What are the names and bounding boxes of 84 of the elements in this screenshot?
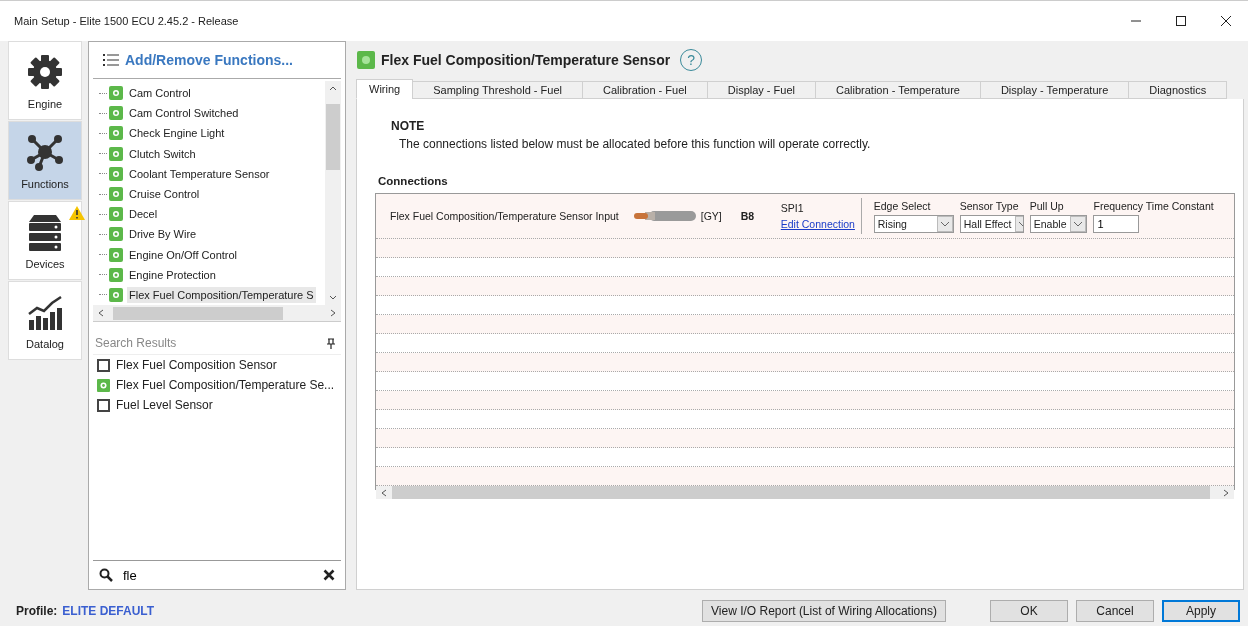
function-enabled-icon <box>109 267 123 282</box>
setting-label: Edge Select <box>873 199 932 212</box>
chevron-down-icon <box>1070 215 1087 232</box>
function-item[interactable]: Cam Control <box>127 85 193 102</box>
add-remove-functions-link[interactable]: Add/Remove Functions... <box>125 52 293 68</box>
dropdown[interactable]: Hall Effect <box>959 214 1024 233</box>
tab[interactable]: Display - Temperature <box>979 81 1130 99</box>
function-item[interactable]: Engine On/Off Control <box>127 246 240 263</box>
chevron-down-icon <box>1015 215 1023 232</box>
horizontal-scrollbar[interactable] <box>93 305 341 321</box>
function-item[interactable]: Cam Control Switched <box>127 105 241 122</box>
function-item[interactable]: Cruise Control <box>127 186 202 203</box>
scroll-up-icon[interactable] <box>329 84 337 92</box>
search-icon <box>99 568 113 582</box>
note-title: NOTE <box>390 119 426 133</box>
pin-label: B8 <box>740 210 756 222</box>
scroll-right-icon[interactable] <box>329 309 337 317</box>
function-item[interactable]: Decel <box>127 206 160 223</box>
scroll-left-icon[interactable] <box>97 309 105 317</box>
nav-item[interactable]: Datalog <box>8 281 82 360</box>
dropdown[interactable]: Rising <box>873 214 954 233</box>
scroll-down-icon[interactable] <box>329 294 337 302</box>
tab[interactable]: Wiring <box>356 79 414 99</box>
search-input[interactable]: fle <box>121 566 315 584</box>
tab[interactable]: Calibration - Fuel <box>582 81 708 99</box>
nav-item[interactable]: Devices <box>8 201 82 280</box>
channel-label: SPI1 <box>780 202 805 214</box>
wire-icon <box>632 210 697 222</box>
text-field[interactable]: 1 <box>1093 214 1140 233</box>
profile-value: ELITE DEFAULT <box>62 604 155 618</box>
function-enabled-icon <box>109 86 123 101</box>
close-icon[interactable] <box>1220 15 1232 27</box>
note-text: The connections listed below must be allocated before this function will operate correctly. <box>398 137 872 151</box>
pin-icon[interactable] <box>327 337 335 349</box>
function-enabled-icon <box>109 227 123 242</box>
function-enabled-icon <box>109 207 123 222</box>
function-enabled-icon <box>109 247 123 262</box>
vertical-scrollbar[interactable] <box>325 81 341 305</box>
function-enabled-icon <box>109 187 123 202</box>
tab[interactable]: Display - Fuel <box>706 81 816 99</box>
search-result-item[interactable]: Fuel Level Sensor <box>116 398 213 412</box>
function-item[interactable]: Engine Protection <box>127 266 218 283</box>
function-item[interactable]: Check Engine Light <box>127 125 227 142</box>
chevron-down-icon <box>936 215 953 232</box>
function-item[interactable]: Flex Fuel Composition/Temperature S <box>127 286 316 303</box>
search-field[interactable]: fle <box>93 560 341 589</box>
list-icon <box>103 54 119 66</box>
function-enabled-icon <box>109 106 123 121</box>
dialog-button[interactable]: Apply <box>1162 600 1240 622</box>
function-enabled-icon <box>357 51 375 69</box>
search-result-item[interactable]: Flex Fuel Composition Sensor <box>116 358 277 372</box>
scroll-left-icon[interactable] <box>380 488 388 497</box>
dropdown[interactable]: Enable <box>1029 214 1088 233</box>
maximize-icon[interactable] <box>1175 15 1187 27</box>
connection-name: Flex Fuel Composition/Temperature Sensor Input <box>390 210 619 222</box>
function-item[interactable]: Coolant Temperature Sensor <box>127 165 272 182</box>
edit-connection-link[interactable]: Edit Connection <box>780 218 861 230</box>
function-enabled-icon <box>109 126 123 141</box>
clear-icon[interactable] <box>323 569 335 581</box>
scroll-right-icon[interactable] <box>1222 488 1230 497</box>
search-result-item[interactable]: Flex Fuel Composition/Temperature Se... <box>116 378 335 392</box>
dialog-button[interactable]: Cancel <box>1076 600 1154 622</box>
function-enabled-icon <box>109 146 123 161</box>
tab[interactable]: Diagnostics <box>1128 81 1228 99</box>
wire-color-label: [GY] <box>700 210 723 222</box>
function-item[interactable]: Clutch Switch <box>127 145 198 162</box>
function-item[interactable]: Drive By Wire <box>127 226 199 243</box>
setting-label: Pull Up <box>1029 199 1065 212</box>
dialog-button[interactable]: OK <box>990 600 1068 622</box>
tab[interactable]: Calibration - Temperature <box>815 81 981 99</box>
setting-label: Frequency Time Constant <box>1093 199 1214 212</box>
function-title: Flex Fuel Composition/Temperature Sensor <box>381 52 671 68</box>
profile-label: Profile: <box>16 604 58 618</box>
tab[interactable]: Sampling Threshold - Fuel <box>412 81 583 99</box>
nav-item[interactable]: Engine <box>8 41 82 120</box>
nav-item[interactable]: Functions <box>8 121 82 200</box>
search-results-header: Search Results <box>95 336 177 350</box>
function-enabled-icon <box>109 287 123 302</box>
function-enabled-icon <box>109 166 123 181</box>
window-title: Main Setup - Elite 1500 ECU 2.45.2 - Release <box>14 15 239 27</box>
setting-label: Sensor Type <box>959 199 1020 212</box>
dialog-button[interactable]: View I/O Report (List of Wiring Allocations) <box>702 600 946 622</box>
connections-label: Connections <box>377 175 449 187</box>
horizontal-scrollbar[interactable] <box>376 486 1234 499</box>
